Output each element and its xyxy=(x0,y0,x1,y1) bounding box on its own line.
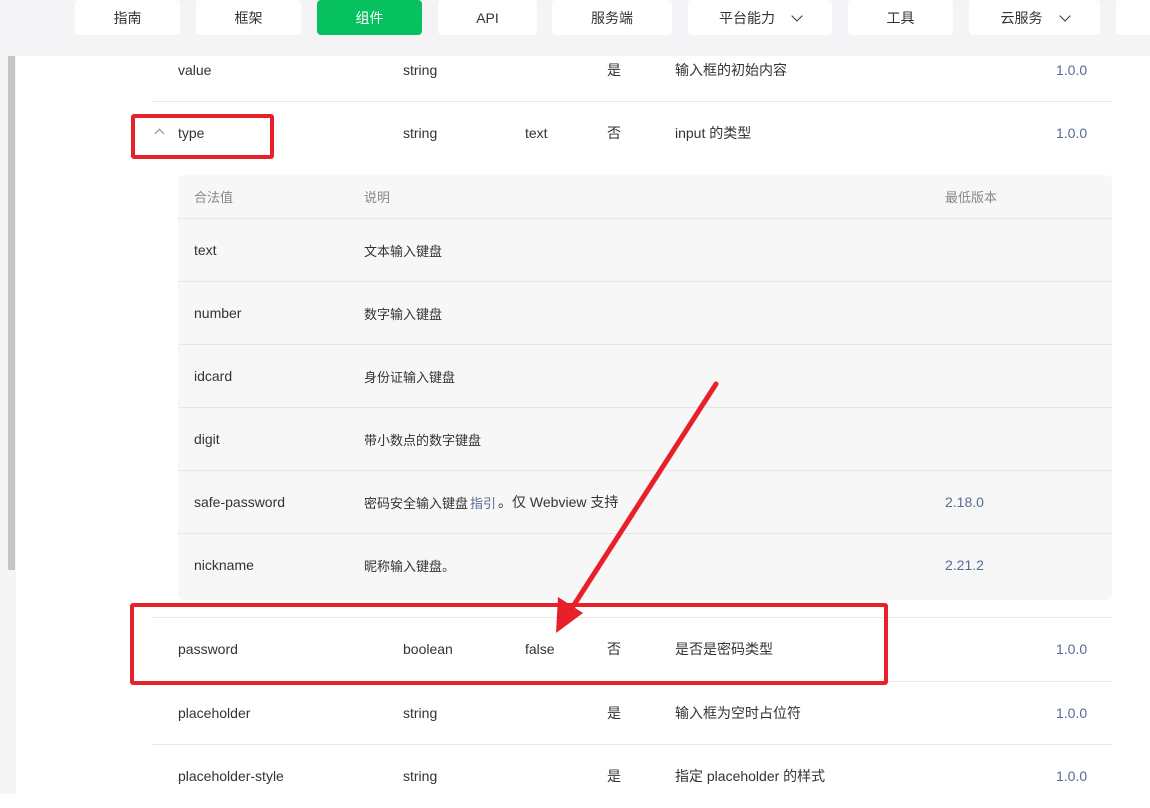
arrow-head-icon xyxy=(556,597,583,633)
annotation-arrow xyxy=(556,381,719,633)
arrow-shaft xyxy=(569,381,719,611)
